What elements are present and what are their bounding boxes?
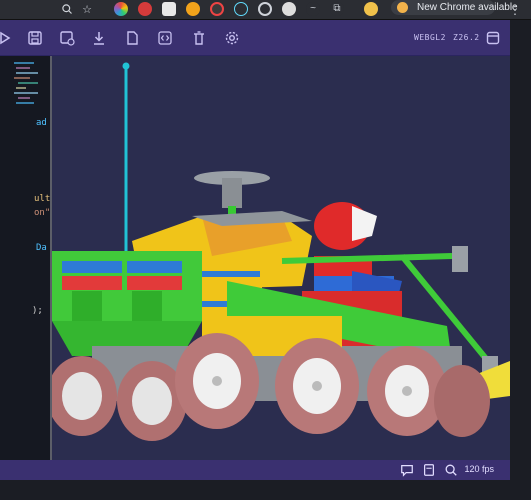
new-file-icon[interactable] [123, 29, 141, 47]
webgl-label: WEBGL2 [414, 33, 446, 42]
trash-icon[interactable] [190, 29, 208, 47]
code-line-2: ult [34, 194, 51, 204]
settings-gear-icon[interactable] [223, 29, 241, 47]
extension-react-icon[interactable] [234, 2, 248, 16]
bottom-background [0, 480, 531, 500]
code-editor-panel[interactable]: ad ult on" Da ); [0, 56, 52, 460]
comment-icon[interactable] [400, 463, 414, 477]
save-as-icon[interactable] [58, 29, 76, 47]
panel-toggle-icon[interactable] [484, 29, 502, 47]
status-bar: 120 fps [0, 460, 510, 480]
extension-ghost-icon[interactable] [162, 2, 176, 16]
3d-viewport[interactable] [52, 56, 510, 460]
lego-vehicle-render [52, 62, 510, 441]
profile-avatar[interactable] [364, 2, 378, 16]
download-icon[interactable] [90, 29, 108, 47]
code-line-3: on" [34, 208, 51, 218]
extension-color-icon[interactable] [114, 2, 128, 16]
extension-clock-icon[interactable] [186, 2, 200, 16]
version-label: Z26.2 [453, 33, 480, 42]
chrome-menu-icon[interactable]: ⋮ [509, 3, 521, 17]
editor-toolbar: WEBGL2 Z26.2 [0, 20, 510, 56]
update-badge-icon [397, 2, 408, 13]
search-icon[interactable] [60, 2, 74, 16]
code-line-1: ad [36, 118, 47, 128]
extension-circle-icon[interactable] [258, 2, 272, 16]
extension-record-icon[interactable] [210, 2, 224, 16]
save-icon[interactable] [26, 29, 44, 47]
update-label: New Chrome available [417, 2, 518, 13]
fps-counter: 120 fps [464, 464, 494, 474]
code-line-4: Da [36, 243, 47, 253]
chrome-update-button[interactable]: New Chrome available [391, 0, 518, 15]
zoom-search-icon[interactable] [444, 463, 458, 477]
extension-globe-icon[interactable] [282, 2, 296, 16]
save-status-icon[interactable] [422, 463, 436, 477]
minimap[interactable] [14, 62, 40, 106]
browser-top-bar: ☆ ~ ⧉ New Chrome available ⋮ [0, 0, 531, 20]
extension-shield-icon[interactable] [138, 2, 152, 16]
code-icon[interactable] [156, 29, 174, 47]
bookmark-star-icon[interactable]: ☆ [80, 2, 94, 16]
play-icon[interactable] [0, 29, 14, 47]
window-edge [510, 20, 531, 500]
code-line-5: ); [32, 306, 43, 316]
extensions-puzzle-icon[interactable]: ⧉ [330, 2, 344, 16]
extension-wave-icon[interactable]: ~ [306, 2, 320, 16]
